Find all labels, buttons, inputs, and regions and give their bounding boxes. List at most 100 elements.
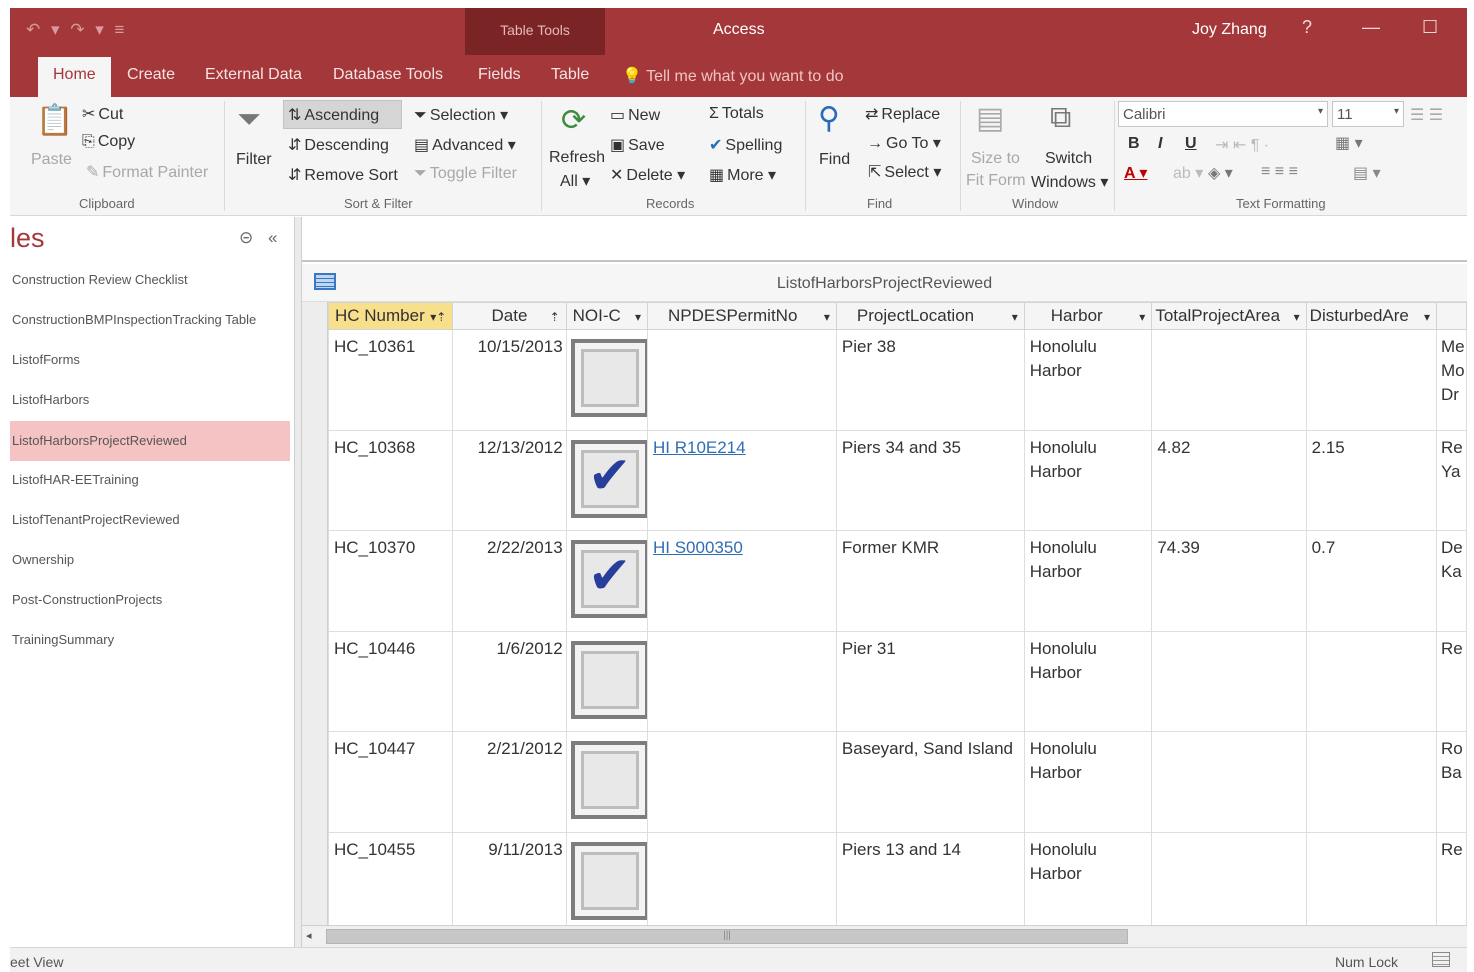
font-color-icon[interactable]: A ▾	[1124, 163, 1147, 183]
cell-npdes-permit[interactable]: HI R10E214	[646, 429, 837, 531]
cell-harbor[interactable]: Honolulu Harbor	[1023, 530, 1153, 632]
cell-disturbed-area[interactable]: 0.7	[1305, 530, 1437, 632]
table-row[interactable]: HC_10455 9/11/2013 Piers 13 and 14 Honolulu…	[327, 831, 1467, 925]
nav-item[interactable]: TrainingSummary	[10, 630, 290, 670]
column-header-date[interactable]: Date ⇡	[452, 302, 567, 330]
cell-noi-c[interactable]	[565, 831, 648, 925]
nav-item[interactable]: Ownership	[10, 550, 290, 590]
format-painter-button[interactable]: ✎ Format Painter	[86, 162, 208, 182]
more-button[interactable]: ▦ More ▾	[709, 165, 776, 185]
find-button[interactable]: Find	[819, 151, 850, 169]
maximize-button[interactable]: ☐	[1422, 17, 1438, 38]
cell-harbor[interactable]: Honolulu Harbor	[1023, 630, 1153, 732]
cell-disturbed-area[interactable]: 2.15	[1305, 429, 1437, 531]
tab-external-data[interactable]: External Data	[205, 66, 302, 84]
cell-hc-number[interactable]: HC_10361	[327, 329, 454, 431]
refresh-all-dropdown[interactable]: All ▾	[560, 171, 590, 191]
cell-hc-number[interactable]: HC_10446	[327, 630, 454, 732]
nav-item[interactable]: ListofHAR-EETraining	[10, 470, 290, 510]
nav-item[interactable]: Construction Review Checklist	[10, 270, 290, 310]
gridlines-icon[interactable]: ▦ ▾	[1335, 133, 1363, 153]
cell-date[interactable]: 2/21/2012	[452, 731, 567, 833]
record-selector-column[interactable]	[302, 302, 328, 925]
refresh-all-button[interactable]: Refresh	[549, 149, 605, 167]
cell-disturbed-area[interactable]	[1305, 630, 1437, 732]
scroll-left-icon[interactable]: ◂	[306, 929, 312, 942]
cell-npdes-permit[interactable]	[646, 630, 837, 732]
cell-total-project-area[interactable]: 74.39	[1151, 530, 1307, 632]
column-header-project-location[interactable]: ProjectLocation ▾	[835, 302, 1025, 330]
table-row[interactable]: HC_10368 12/13/2012 ✔ HI R10E214 Piers 34 an…	[327, 429, 1467, 531]
cell-overflow[interactable]: Re	[1435, 630, 1467, 732]
tab-database-tools[interactable]: Database Tools	[333, 66, 443, 84]
pane-splitter[interactable]	[294, 217, 302, 947]
cell-project-location[interactable]: Pier 38	[835, 329, 1025, 431]
cell-project-location[interactable]: Baseyard, Sand Island	[835, 731, 1025, 833]
paste-button[interactable]: Paste	[31, 151, 72, 169]
cell-npdes-permit[interactable]: HI S000350	[646, 530, 837, 632]
save-record-button[interactable]: ▣ Save	[610, 135, 665, 155]
cell-hc-number[interactable]: HC_10368	[327, 429, 454, 531]
cell-npdes-permit[interactable]	[646, 831, 837, 925]
font-size-select[interactable]: 11 ▾	[1332, 101, 1404, 127]
delete-record-button[interactable]: ✕ Delete ▾	[610, 165, 685, 185]
table-row[interactable]: HC_10446 1/6/2012 Pier 31 Honolulu Harbor Re	[327, 630, 1467, 732]
totals-button[interactable]: Σ Totals	[709, 105, 764, 123]
nav-item[interactable]: ListofTenantProjectReviewed	[10, 510, 290, 550]
cell-hc-number[interactable]: HC_10370	[327, 530, 454, 632]
noi-checkbox[interactable]	[570, 741, 647, 819]
column-header-total-project-area[interactable]: TotalProjectAreа ▾	[1151, 302, 1307, 330]
goto-button[interactable]: → Go To ▾	[867, 133, 941, 153]
nav-item-selected[interactable]: ListofHarborsProjectReviewed	[10, 421, 290, 461]
alt-row-color-icon[interactable]: ▤ ▾	[1353, 163, 1381, 183]
highlight-icon[interactable]: ab ▾	[1173, 163, 1203, 183]
cell-noi-c[interactable]	[565, 329, 648, 431]
cell-noi-c[interactable]: ✔	[565, 429, 648, 531]
cell-project-location[interactable]: Piers 34 and 35	[835, 429, 1025, 531]
table-row[interactable]: HC_10370 2/22/2013 ✔ HI S000350 Former KMR Ho…	[327, 530, 1467, 632]
nav-item[interactable]: ConstructionBMPInspectionTracking Table	[10, 310, 290, 350]
column-header-npdes-permit[interactable]: NPDESPermitNo ▾	[646, 302, 837, 330]
nav-menu-icon[interactable]: ⊝	[239, 228, 253, 248]
tab-table[interactable]: Table	[551, 66, 589, 84]
tell-me-search[interactable]: 💡 Tell me what you want to do	[622, 66, 844, 86]
cell-disturbed-area[interactable]	[1305, 731, 1437, 833]
cell-overflow[interactable]: Re	[1435, 831, 1467, 925]
cut-button[interactable]: ✂ Cut	[82, 104, 123, 124]
collapse-pane-icon[interactable]: «	[268, 228, 277, 248]
cell-hc-number[interactable]: HC_10455	[327, 831, 454, 925]
cell-project-location[interactable]: Piers 13 and 14	[835, 831, 1025, 925]
selection-button[interactable]: ⏷ Selection ▾	[414, 105, 508, 125]
cell-harbor[interactable]: Honolulu Harbor	[1023, 329, 1153, 431]
cell-total-project-area[interactable]	[1151, 630, 1307, 732]
cell-total-project-area[interactable]	[1151, 831, 1307, 925]
cell-npdes-permit[interactable]	[646, 329, 837, 431]
cell-harbor[interactable]: Honolulu Harbor	[1023, 731, 1153, 833]
noi-checkbox[interactable]	[570, 841, 647, 920]
ascending-button[interactable]: ⇅ Ascending	[288, 105, 379, 125]
switch-label[interactable]: Switch	[1045, 150, 1092, 168]
table-row[interactable]: HC_10361 10/15/2013 Pier 38 Honolulu Harbor…	[327, 329, 1467, 431]
cell-noi-c[interactable]	[565, 630, 648, 732]
copy-button[interactable]: ⎘ Copy	[82, 133, 135, 151]
select-button[interactable]: ⇱ Select ▾	[868, 162, 941, 182]
cell-project-location[interactable]: Pier 31	[835, 630, 1025, 732]
column-header-noi-c[interactable]: NOI-C ▾	[565, 302, 648, 330]
fill-color-icon[interactable]: ◈ ▾	[1208, 163, 1233, 183]
cell-date[interactable]: 12/13/2012	[452, 429, 567, 531]
cell-overflow[interactable]: Ro Ba	[1435, 731, 1467, 833]
tab-create[interactable]: Create	[127, 66, 175, 84]
scroll-thumb[interactable]: |||	[326, 929, 1128, 944]
italic-button[interactable]: I	[1158, 135, 1162, 153]
cell-date[interactable]: 2/22/2013	[452, 530, 567, 632]
datasheet-view-icon[interactable]	[1432, 952, 1450, 967]
column-header-overflow[interactable]	[1435, 302, 1467, 330]
minimize-button[interactable]: —	[1362, 17, 1380, 38]
tab-fields[interactable]: Fields	[478, 66, 521, 84]
cell-overflow[interactable]: De Ka	[1435, 530, 1467, 632]
toggle-filter-button[interactable]: ⏷ Toggle Filter	[414, 165, 517, 183]
cell-overflow[interactable]: Me Mo Dr	[1435, 329, 1467, 431]
spelling-button[interactable]: ✔ Spelling	[709, 135, 782, 155]
filter-button[interactable]: Filter	[236, 151, 272, 169]
advanced-button[interactable]: ▤ Advanced ▾	[414, 135, 516, 155]
